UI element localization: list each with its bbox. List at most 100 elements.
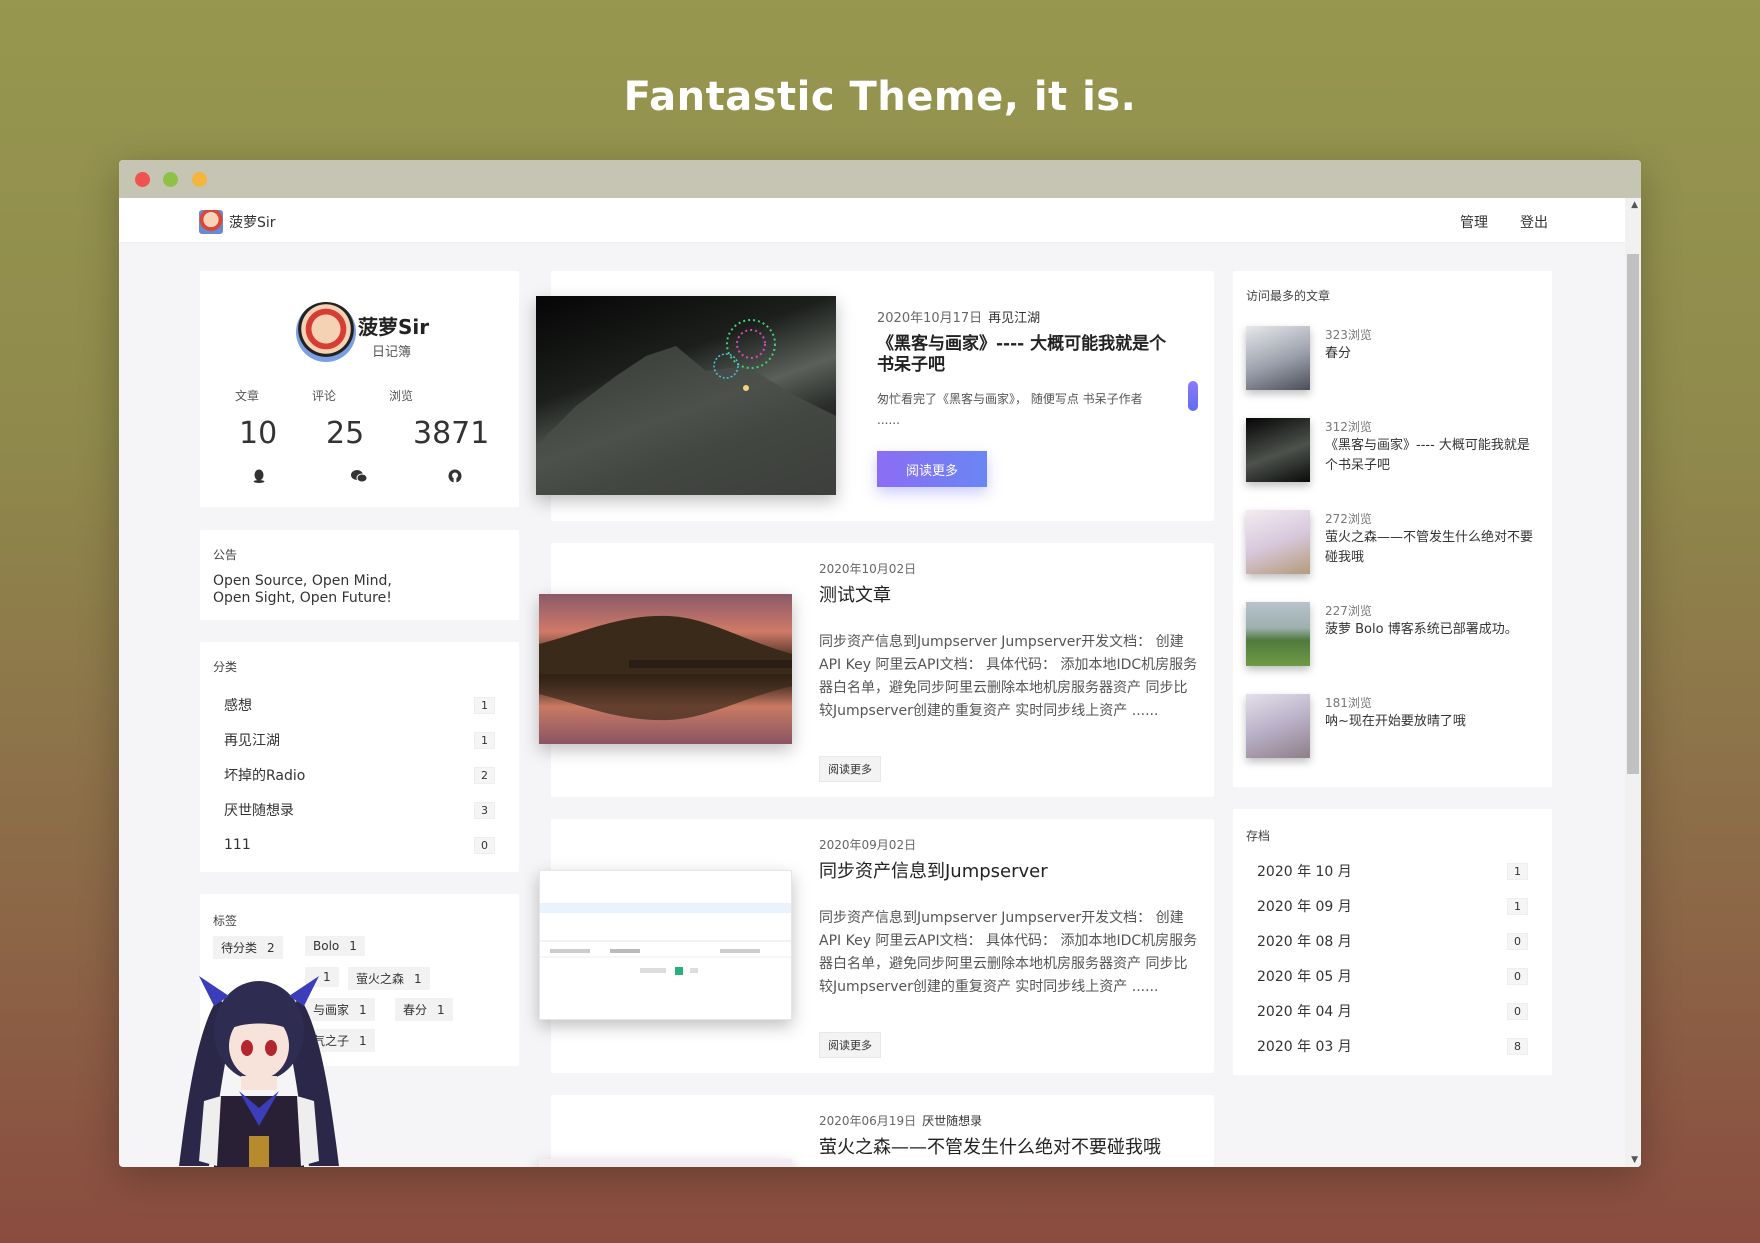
stat-views-value: 3871	[413, 416, 490, 451]
post-card: 2020年10月17日 再见江湖 《黑客与画家》---- 大概可能我就是个书呆子吧…	[536, 271, 1214, 521]
window-titlebar	[119, 160, 1641, 198]
tag-count: 1	[414, 972, 422, 986]
anime-mascot[interactable]	[159, 936, 359, 1167]
popular-post-title: 萤火之森——不管发生什么绝对不要碰我哦	[1325, 530, 1534, 565]
brand-avatar	[199, 210, 223, 234]
post-thumbnail[interactable]	[539, 594, 792, 744]
notice-title: 公告	[213, 548, 238, 562]
wechat-icon[interactable]	[351, 469, 368, 487]
read-more-button[interactable]: 阅读更多	[877, 451, 987, 487]
read-more-button[interactable]: 阅读更多	[819, 756, 881, 782]
post-category[interactable]: 再见江湖	[988, 311, 1040, 326]
category-item[interactable]: 感想 1	[224, 694, 495, 716]
stat-comments-label: 评论	[312, 389, 337, 403]
notice-line-1: Open Source, Open Mind,	[213, 573, 392, 589]
nav-logout-link[interactable]: 登出	[1520, 212, 1548, 232]
category-count: 0	[474, 836, 495, 854]
notice-text: Open Source, Open Mind, Open Sight, Open…	[213, 573, 392, 607]
post-thumbnail[interactable]	[539, 1159, 792, 1167]
top-navbar: 菠萝Sir 管理 登出	[119, 198, 1625, 243]
maximize-window-button[interactable]	[192, 172, 207, 187]
archive-item[interactable]: 2020 年 10 月 1	[1257, 860, 1528, 882]
post-title[interactable]: 《黑客与画家》---- 大概可能我就是个书呆子吧	[877, 334, 1167, 376]
category-count: 3	[474, 801, 495, 819]
tag-name: 萤火之森	[356, 972, 405, 986]
brand-link[interactable]: 菠萝Sir	[199, 210, 276, 234]
archive-item[interactable]: 2020 年 04 月 0	[1257, 1000, 1528, 1022]
archive-item[interactable]: 2020 年 05 月 0	[1257, 965, 1528, 987]
stat-views-label: 浏览	[389, 389, 414, 403]
post-title[interactable]: 测试文章	[819, 581, 891, 607]
archive-item[interactable]: 2020 年 09 月 1	[1257, 895, 1528, 917]
screenshot-image	[540, 903, 791, 975]
popular-post-thumbnail	[1246, 418, 1310, 482]
category-item[interactable]: 111 0	[224, 834, 495, 856]
avatar[interactable]	[296, 302, 356, 362]
post-meta: 2020年10月17日 再见江湖	[877, 307, 1040, 326]
popular-title: 访问最多的文章	[1246, 289, 1331, 303]
post-date: 2020年09月02日	[819, 838, 917, 852]
archive-count: 0	[1507, 967, 1528, 985]
category-item[interactable]: 坏掉的Radio 2	[224, 764, 495, 786]
tag-item[interactable]: 春分 1	[395, 998, 453, 1021]
categories-card: 分类 感想 1 再见江湖 1 坏掉的Radio 2 厌世随想录 3 111 0	[200, 642, 519, 872]
post-card: 2020年06月19日 厌世随想录 萤火之森——不管发生什么绝对不要碰我哦	[539, 1095, 1214, 1167]
tag-count: 1	[359, 1003, 367, 1017]
carousel-indicator[interactable]	[1188, 381, 1198, 411]
category-item[interactable]: 再见江湖 1	[224, 729, 495, 751]
popular-post-item[interactable]: 272浏览 萤火之森——不管发生什么绝对不要碰我哦	[1246, 510, 1541, 580]
popular-post-thumbnail	[1246, 602, 1310, 666]
popular-post-views: 323浏览	[1325, 328, 1372, 342]
notice-line-2: Open Sight, Open Future!	[213, 590, 392, 606]
post-title[interactable]: 同步资产信息到Jumpserver	[819, 857, 1048, 883]
post-excerpt: 同步资产信息到Jumpserver Jumpserver开发文档： 创建API …	[819, 910, 1198, 995]
category-name: 感想	[224, 698, 252, 714]
category-count: 2	[474, 766, 495, 784]
popular-post-thumbnail	[1246, 510, 1310, 574]
read-more-button[interactable]: 阅读更多	[819, 1032, 881, 1058]
archive-count: 0	[1507, 1002, 1528, 1020]
fireworks-image	[536, 319, 836, 495]
popular-post-item[interactable]: 227浏览 菠萝 Bolo 博客系统已部署成功。	[1246, 602, 1541, 672]
tags-title: 标签	[213, 914, 238, 928]
archive-item[interactable]: 2020 年 03 月 8	[1257, 1035, 1528, 1057]
category-item[interactable]: 厌世随想录 3	[224, 799, 495, 821]
post-title[interactable]: 萤火之森——不管发生什么绝对不要碰我哦	[819, 1133, 1161, 1159]
popular-post-views: 272浏览	[1325, 512, 1372, 526]
github-icon[interactable]	[448, 469, 462, 487]
popular-post-views: 181浏览	[1325, 696, 1372, 710]
minimize-window-button[interactable]	[163, 172, 178, 187]
scroll-up-icon[interactable]: ▲	[1631, 200, 1638, 210]
categories-title: 分类	[213, 660, 238, 674]
lake-bridge-image	[539, 615, 792, 721]
tag-item[interactable]: 萤火之森 1	[348, 967, 430, 990]
archive-count: 0	[1507, 932, 1528, 950]
archive-title: 存档	[1246, 829, 1271, 843]
close-window-button[interactable]	[135, 172, 150, 187]
profile-description: 日记簿	[372, 345, 412, 360]
popular-post-thumbnail	[1246, 694, 1310, 758]
post-category[interactable]: 厌世随想录	[922, 1114, 982, 1128]
post-thumbnail[interactable]	[539, 870, 792, 1020]
notice-card: 公告 Open Source, Open Mind, Open Sight, O…	[200, 530, 519, 620]
archive-count: 1	[1507, 897, 1528, 915]
profile-card: 菠萝Sir 日记簿 文章 评论 浏览 10 25 3871	[200, 271, 519, 507]
archive-count: 8	[1507, 1037, 1528, 1055]
popular-post-item[interactable]: 312浏览 《黑客与画家》---- 大概可能我就是个书呆子吧	[1246, 418, 1541, 488]
popular-post-title: 《黑客与画家》---- 大概可能我就是个书呆子吧	[1325, 438, 1530, 473]
qq-icon[interactable]	[253, 469, 265, 487]
scroll-down-icon[interactable]: ▼	[1631, 1155, 1638, 1165]
archive-month: 2020 年 08 月	[1257, 934, 1352, 950]
category-name: 再见江湖	[224, 733, 280, 749]
archive-count: 1	[1507, 862, 1528, 880]
post-thumbnail[interactable]	[536, 296, 836, 495]
tag-count: 1	[437, 1003, 445, 1017]
nav-admin-link[interactable]: 管理	[1460, 212, 1488, 232]
archive-item[interactable]: 2020 年 08 月 0	[1257, 930, 1528, 952]
scrollbar-thumb[interactable]	[1627, 254, 1639, 774]
tag-count: 1	[359, 1034, 367, 1048]
popular-post-item[interactable]: 181浏览 呐~现在开始要放晴了哦	[1246, 694, 1541, 764]
post-card: 2020年09月02日 同步资产信息到Jumpserver 同步资产信息到Jum…	[539, 819, 1214, 1073]
scrollbar[interactable]: ▲ ▼	[1625, 198, 1641, 1167]
popular-post-item[interactable]: 323浏览 春分	[1246, 326, 1541, 396]
